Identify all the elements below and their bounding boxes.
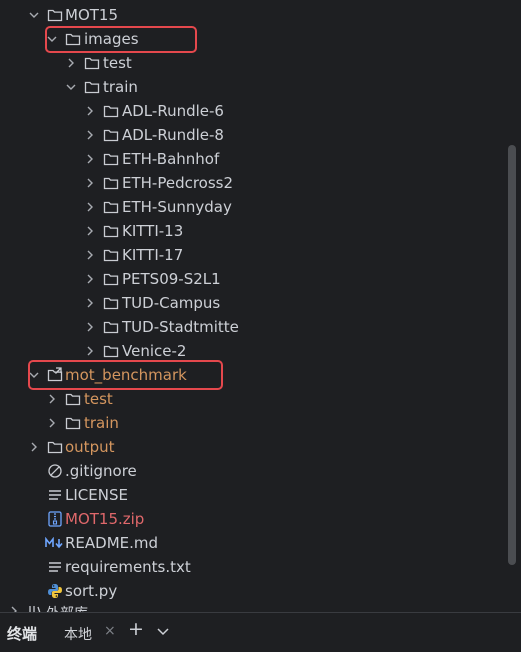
project-tree: MOT15 images test train ADL-Rundle-6 ADL-… xyxy=(0,0,508,612)
tree-item-label: README.md xyxy=(65,534,159,552)
terminal-tab-local[interactable]: 本地 xyxy=(64,624,92,644)
tree-item-label: ADL-Rundle-8 xyxy=(122,126,224,144)
tree-item-train-folder[interactable]: ADL-Rundle-8 xyxy=(0,123,508,147)
folder-icon xyxy=(83,54,101,72)
tree-item-label: ETH-Bahnhof xyxy=(122,150,220,168)
markdown-icon xyxy=(45,534,65,552)
chevron-right-icon[interactable] xyxy=(84,201,96,213)
tree-item-label: test xyxy=(103,54,132,72)
tree-item-label: LICENSE xyxy=(65,486,128,504)
tree-item-label: .gitignore xyxy=(65,462,137,480)
tree-item-license[interactable]: LICENSE xyxy=(0,483,508,507)
add-terminal-button[interactable]: + xyxy=(128,618,144,640)
folder-icon xyxy=(102,102,120,120)
folder-icon xyxy=(83,78,101,96)
chevron-right-icon[interactable] xyxy=(84,297,96,309)
tree-item-label: sort.py xyxy=(65,582,118,600)
tree-item-label: ADL-Rundle-6 xyxy=(122,102,224,120)
chevron-right-icon[interactable] xyxy=(84,273,96,285)
zip-icon xyxy=(46,510,64,528)
tree-item-label: MOT15 xyxy=(65,6,118,24)
tree-item-train-folder[interactable]: KITTI-17 xyxy=(0,243,508,267)
chevron-right-icon[interactable] xyxy=(84,345,96,357)
folder-icon xyxy=(102,150,120,168)
tree-item-zip[interactable]: MOT15.zip xyxy=(0,507,508,531)
folder-icon xyxy=(102,126,120,144)
text-file-icon xyxy=(46,558,64,576)
tree-item-label: requirements.txt xyxy=(65,558,191,576)
tree-item-label: ETH-Sunnyday xyxy=(122,198,232,216)
tree-item-train-folder[interactable]: TUD-Campus xyxy=(0,291,508,315)
tree-item-train-folder[interactable]: ETH-Bahnhof xyxy=(0,147,508,171)
folder-icon xyxy=(64,414,82,432)
folder-icon xyxy=(102,174,120,192)
chevron-right-icon[interactable] xyxy=(46,417,58,429)
terminal-tool-window-bar: 终端 本地 × + xyxy=(0,612,521,652)
tree-item-label: train xyxy=(103,78,138,96)
tree-item-benchmark-train[interactable]: train xyxy=(0,411,508,435)
chevron-down-icon[interactable] xyxy=(156,624,170,642)
tree-item-train-folder[interactable]: PETS09-S2L1 xyxy=(0,267,508,291)
gitignore-icon xyxy=(46,462,64,480)
chevron-right-icon[interactable] xyxy=(28,441,40,453)
tree-item-label: ETH-Pedcross2 xyxy=(122,174,234,192)
folder-icon xyxy=(102,342,120,360)
folder-icon xyxy=(102,294,120,312)
folder-icon xyxy=(102,198,120,216)
chevron-down-icon[interactable] xyxy=(28,9,40,21)
chevron-right-icon[interactable] xyxy=(84,105,96,117)
tree-item-train-folder[interactable]: ETH-Pedcross2 xyxy=(0,171,508,195)
tree-item-images-test[interactable]: test xyxy=(0,51,508,75)
tree-item-output[interactable]: output xyxy=(0,435,508,459)
chevron-right-icon[interactable] xyxy=(84,153,96,165)
tree-item-mot15[interactable]: MOT15 xyxy=(0,3,508,27)
tree-item-label: MOT15.zip xyxy=(65,510,145,528)
chevron-right-icon[interactable] xyxy=(84,321,96,333)
chevron-right-icon[interactable] xyxy=(46,393,58,405)
folder-icon xyxy=(64,390,82,408)
text-file-icon xyxy=(46,486,64,504)
tree-item-label: TUD-Campus xyxy=(122,294,221,312)
folder-icon xyxy=(102,318,120,336)
chevron-right-icon[interactable] xyxy=(84,225,96,237)
tree-item-requirements[interactable]: requirements.txt xyxy=(0,555,508,579)
tree-item-train-folder[interactable]: ETH-Sunnyday xyxy=(0,195,508,219)
folder-icon xyxy=(102,246,120,264)
chevron-right-icon[interactable] xyxy=(65,57,77,69)
tree-item-label: output xyxy=(65,438,115,456)
close-icon[interactable]: × xyxy=(104,623,116,639)
tree-item-train-folder[interactable]: TUD-Stadtmitte xyxy=(0,315,508,339)
folder-icon xyxy=(46,6,64,24)
tree-item-label: KITTI-17 xyxy=(122,246,184,264)
tree-item-benchmark-test[interactable]: test xyxy=(0,387,508,411)
tree-item-label: Venice-2 xyxy=(122,342,187,360)
terminal-title: 终端 xyxy=(7,625,38,643)
highlight-box-images xyxy=(45,26,197,53)
folder-icon xyxy=(102,270,120,288)
vertical-scrollbar[interactable] xyxy=(508,145,516,565)
tree-item-train-folder[interactable]: KITTI-13 xyxy=(0,219,508,243)
tree-item-train-folder[interactable]: ADL-Rundle-6 xyxy=(0,99,508,123)
tree-item-label: test xyxy=(84,390,113,408)
tree-item-label: KITTI-13 xyxy=(122,222,184,240)
highlight-box-mot-benchmark xyxy=(28,360,223,390)
tree-item-images-train[interactable]: train xyxy=(0,75,508,99)
folder-icon xyxy=(46,438,64,456)
chevron-right-icon[interactable] xyxy=(84,177,96,189)
tree-item-gitignore[interactable]: .gitignore xyxy=(0,459,508,483)
chevron-right-icon[interactable] xyxy=(84,129,96,141)
tree-item-label: train xyxy=(84,414,119,432)
chevron-down-icon[interactable] xyxy=(65,81,77,93)
chevron-right-icon[interactable] xyxy=(84,249,96,261)
tree-item-label: TUD-Stadtmitte xyxy=(122,318,239,336)
tree-item-readme[interactable]: README.md xyxy=(0,531,508,555)
python-icon xyxy=(46,582,64,600)
tree-item-label: PETS09-S2L1 xyxy=(122,270,221,288)
folder-icon xyxy=(102,222,120,240)
